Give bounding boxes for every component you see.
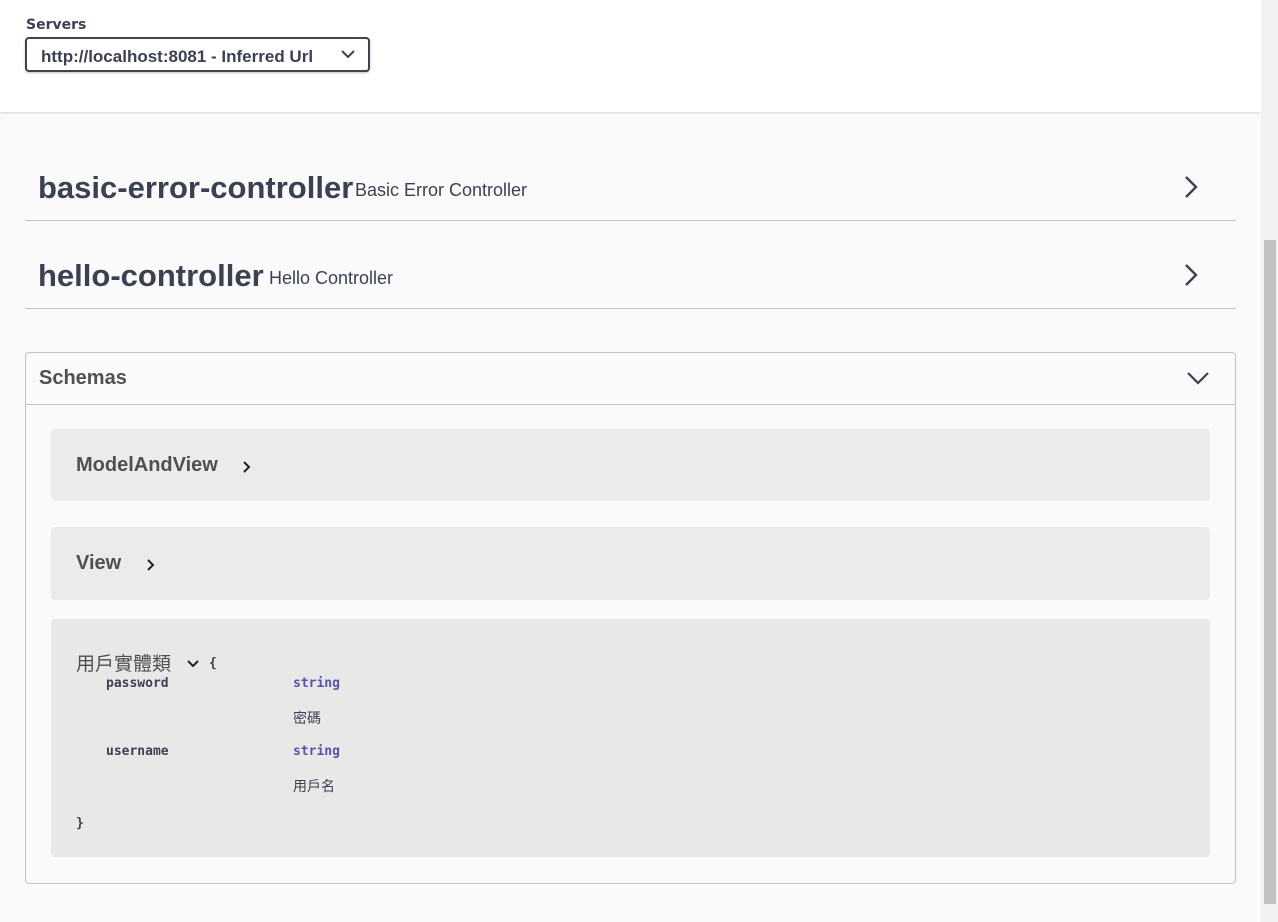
chevron-right-icon[interactable] [242,460,252,474]
model-name: ModelAndView [76,454,218,476]
tag-hello-controller[interactable]: hello-controller Hello Controller [25,220,1236,309]
tag-name: basic-error-controller [38,170,354,205]
property-name: password [106,676,169,691]
servers-label: Servers [26,17,87,33]
server-select[interactable]: http://localhost:8081 - Inferred Url [25,37,370,72]
open-brace: { [209,656,217,671]
schemas-header[interactable]: Schemas [26,353,1235,405]
property-type: string [293,744,340,759]
tag-description: Hello Controller [269,268,394,288]
tag-name: hello-controller [38,258,264,293]
chevron-down-icon[interactable] [1186,371,1210,385]
model-view[interactable]: View [51,527,1210,600]
chevron-right-icon[interactable] [1183,263,1199,287]
property-type: string [293,676,340,691]
model-modelandview[interactable]: ModelAndView [51,429,1210,501]
property-name: username [106,744,169,759]
server-select-value: http://localhost:8081 - Inferred Url [41,47,314,66]
close-brace: } [76,816,84,831]
schemas-section: Schemas ModelAndView View 用戶實體類 { passwo… [25,352,1236,884]
chevron-down-icon[interactable] [186,659,200,669]
chevron-right-icon[interactable] [1183,175,1199,199]
model-name[interactable]: 用戶實體類 [76,649,171,676]
property-description: 密碼 [293,711,321,727]
model-name: View [76,552,122,574]
model-user-entity: 用戶實體類 { password string 密碼 username stri… [51,619,1210,857]
scrollbar-thumb[interactable] [1264,240,1276,904]
schemas-title: Schemas [39,367,127,389]
chevron-right-icon[interactable] [146,558,156,572]
servers-bar: Servers http://localhost:8081 - Inferred… [0,0,1261,112]
tag-basic-error-controller[interactable]: basic-error-controller Basic Error Contr… [25,132,1236,221]
tag-description: Basic Error Controller [355,180,528,200]
chevron-down-icon [341,50,355,59]
property-description: 用戶名 [293,779,335,795]
